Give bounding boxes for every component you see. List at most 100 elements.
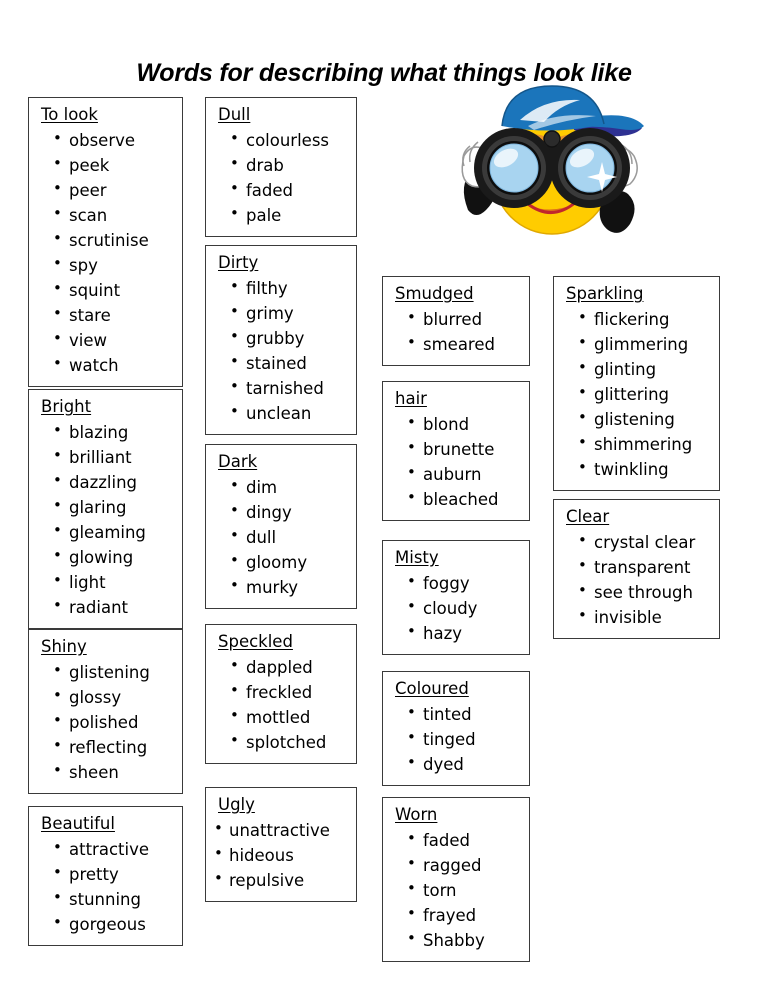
word-list: attractive pretty stunning gorgeous [35, 836, 176, 937]
word-item: scan [35, 202, 176, 228]
word-item: tarnished [212, 375, 350, 401]
word-list: glistening glossy polished reflecting sh… [35, 659, 176, 785]
word-list: blazing brilliant dazzling glaring gleam… [35, 419, 176, 621]
word-item: observe [35, 127, 176, 153]
word-box-shiny: Shiny glistening glossy polished reflect… [28, 629, 183, 795]
word-item: glistening [560, 406, 713, 432]
word-list: flickering glimmering glinting glitterin… [560, 306, 713, 483]
word-box-sparkling: Sparkling flickering glimmering glinting… [553, 276, 720, 492]
word-item: murky [212, 574, 350, 600]
word-list: faded ragged torn frayed Shabby [389, 827, 523, 953]
word-item: tinted [389, 701, 523, 727]
word-item: unattractive [212, 817, 350, 843]
word-box-heading: Beautiful [41, 814, 115, 833]
word-item: splotched [212, 729, 350, 755]
word-item: crystal clear [560, 529, 713, 555]
word-box-heading: Sparkling [566, 284, 644, 303]
word-item: torn [389, 877, 523, 903]
word-item: auburn [389, 461, 523, 487]
word-box-dark: Dark dim dingy dull gloomy murky [205, 444, 357, 610]
word-list: blond brunette auburn bleached [389, 411, 523, 512]
word-item: twinkling [560, 456, 713, 482]
word-box-heading: Speckled [218, 632, 293, 651]
word-box-smudged: Smudged blurred smeared [382, 276, 530, 366]
word-item: shimmering [560, 431, 713, 457]
word-item: stained [212, 350, 350, 376]
word-item: grimy [212, 300, 350, 326]
word-box-dull: Dull colourless drab faded pale [205, 97, 357, 237]
word-item: pretty [35, 861, 176, 887]
word-item: dim [212, 474, 350, 500]
word-item: Shabby [389, 927, 523, 953]
word-box-heading: Ugly [218, 795, 255, 814]
word-item: freckled [212, 679, 350, 705]
word-box-dirty: Dirty filthy grimy grubby stained tarnis… [205, 245, 357, 436]
word-list: crystal clear transparent see through in… [560, 529, 713, 630]
word-item: radiant [35, 594, 176, 620]
word-list: observe peek peer scan scrutinise spy sq… [35, 127, 176, 379]
word-list: dappled freckled mottled splotched [212, 654, 350, 755]
word-item: gorgeous [35, 911, 176, 937]
word-item: faded [212, 177, 350, 203]
word-box-clear: Clear crystal clear transparent see thro… [553, 499, 720, 639]
word-item: glistening [35, 659, 176, 685]
word-item: glimmering [560, 331, 713, 357]
word-item: attractive [35, 836, 176, 862]
word-item: spy [35, 252, 176, 278]
word-list: filthy grimy grubby stained tarnished un… [212, 275, 350, 426]
word-item: filthy [212, 275, 350, 301]
word-item: pale [212, 202, 350, 228]
word-box-heading: Worn [395, 805, 438, 824]
word-item: transparent [560, 554, 713, 580]
word-item: hazy [389, 620, 523, 646]
word-list: colourless drab faded pale [212, 127, 350, 228]
word-item: mottled [212, 704, 350, 730]
word-box-heading: Misty [395, 548, 439, 567]
word-item: reflecting [35, 734, 176, 760]
word-box-heading: Dark [218, 452, 258, 471]
word-item: stunning [35, 886, 176, 912]
word-item: gleaming [35, 519, 176, 545]
word-item: foggy [389, 570, 523, 596]
smiley-with-binoculars-icon [424, 84, 688, 252]
word-box-speckled: Speckled dappled freckled mottled splotc… [205, 624, 357, 764]
word-item: scrutinise [35, 227, 176, 253]
word-item: blurred [389, 306, 523, 332]
word-box-heading: Coloured [395, 679, 469, 698]
word-item: drab [212, 152, 350, 178]
word-list: unattractive hideous repulsive [212, 817, 350, 893]
word-item: dyed [389, 751, 523, 777]
word-item: grubby [212, 325, 350, 351]
word-box-ugly: Ugly unattractive hideous repulsive [205, 787, 357, 902]
word-box-heading: hair [395, 389, 427, 408]
word-item: repulsive [212, 867, 350, 893]
word-item: glowing [35, 544, 176, 570]
word-item: smeared [389, 331, 523, 357]
word-item: brilliant [35, 444, 176, 470]
word-item: see through [560, 579, 713, 605]
word-item: dazzling [35, 469, 176, 495]
word-item: glossy [35, 684, 176, 710]
word-box-hair: hair blond brunette auburn bleached [382, 381, 530, 521]
word-box-bright: Bright blazing brilliant dazzling glarin… [28, 389, 183, 630]
word-list: dim dingy dull gloomy murky [212, 474, 350, 600]
word-box-heading: Bright [41, 397, 92, 416]
word-item: cloudy [389, 595, 523, 621]
word-item: dingy [212, 499, 350, 525]
word-item: stare [35, 302, 176, 328]
word-box-to-look: To look observe peek peer scan scrutinis… [28, 97, 183, 388]
word-box-coloured: Coloured tinted tinged dyed [382, 671, 530, 786]
word-box-heading: Dull [218, 105, 251, 124]
word-item: glaring [35, 494, 176, 520]
word-list: foggy cloudy hazy [389, 570, 523, 646]
word-box-heading: Dirty [218, 253, 259, 272]
word-item: watch [35, 352, 176, 378]
word-box-heading: Clear [566, 507, 610, 526]
word-item: gloomy [212, 549, 350, 575]
word-item: glinting [560, 356, 713, 382]
word-item: light [35, 569, 176, 595]
word-box-heading: Smudged [395, 284, 474, 303]
word-list: tinted tinged dyed [389, 701, 523, 777]
word-item: hideous [212, 842, 350, 868]
word-item: peer [35, 177, 176, 203]
